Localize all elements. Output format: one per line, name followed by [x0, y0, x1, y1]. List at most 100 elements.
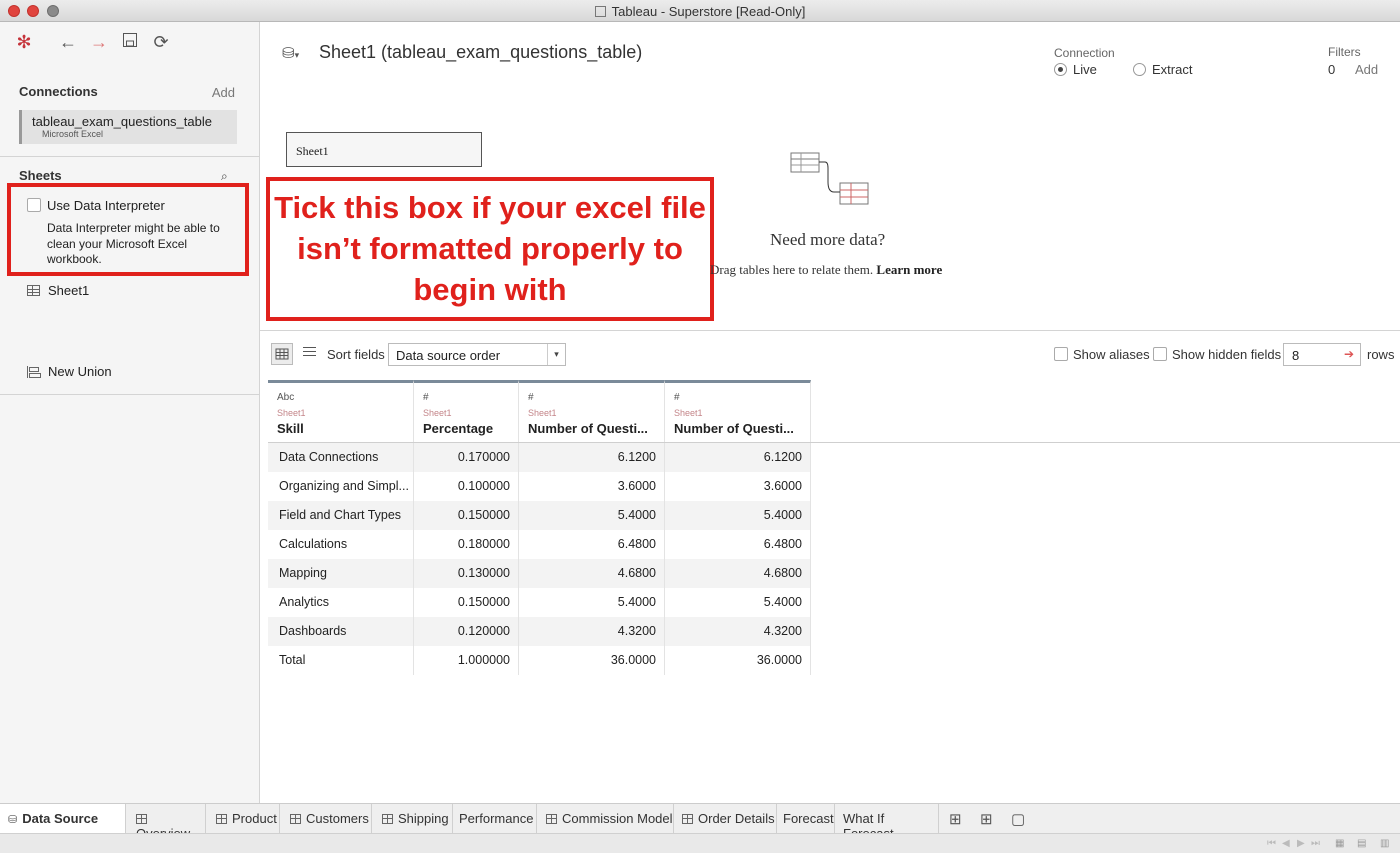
extract-label: Extract [1152, 62, 1193, 77]
table-cell[interactable]: 3.6000 [665, 472, 811, 501]
table-cell[interactable]: Dashboards [268, 617, 414, 646]
live-radio[interactable] [1054, 63, 1067, 76]
table-cell[interactable]: Analytics [268, 588, 414, 617]
sort-fields-value: Data source order [396, 348, 501, 363]
list-view-icon[interactable] [303, 347, 316, 358]
table-cell[interactable]: 6.1200 [665, 443, 811, 472]
tab-data-source[interactable]: ⛁ Data Source [0, 804, 126, 833]
new-union-item[interactable]: New Union [27, 364, 112, 379]
previous-page-icon[interactable]: ◀ [1282, 838, 1290, 849]
table-cell[interactable]: 5.4000 [665, 501, 811, 530]
number-type-icon[interactable]: # [674, 392, 810, 406]
table-cell[interactable]: 0.100000 [414, 472, 519, 501]
column-header-skill[interactable]: Abc Sheet1 Skill [268, 380, 414, 442]
tab-order-details[interactable]: Order Details [674, 804, 777, 833]
tab-performance[interactable]: Performance [453, 804, 537, 833]
table-cell[interactable]: 6.4800 [519, 530, 665, 559]
add-filter-link[interactable]: Add [1355, 62, 1378, 77]
table-cell[interactable]: Calculations [268, 530, 414, 559]
live-label: Live [1073, 62, 1097, 77]
new-dashboard-icon[interactable]: ⊞ [980, 810, 993, 828]
number-type-icon[interactable]: # [528, 392, 664, 406]
number-type-icon[interactable]: # [423, 392, 518, 406]
refresh-icon[interactable]: ⟳ [151, 32, 171, 52]
string-type-icon[interactable]: Abc [277, 392, 413, 406]
chevron-down-icon: ▾ [547, 344, 565, 365]
new-story-icon[interactable]: ▢ [1011, 810, 1025, 828]
tab-customers[interactable]: Customers [280, 804, 372, 833]
first-page-icon[interactable]: ⏮ [1267, 838, 1276, 849]
tab-shipping[interactable]: Shipping [372, 804, 453, 833]
table-cell[interactable]: 4.6800 [519, 559, 665, 588]
search-icon[interactable]: ⌕ [221, 169, 228, 184]
table-cell[interactable]: Data Connections [268, 443, 414, 472]
data-interpreter-description: Data Interpreter might be able to clean … [47, 221, 220, 266]
sheet-tab-bar: ⛁Data Source Overview Product Customers … [0, 803, 1400, 841]
table-cell[interactable]: 0.150000 [414, 501, 519, 530]
column-source: Sheet1 [277, 408, 306, 418]
table-cell[interactable]: 5.4000 [519, 501, 665, 530]
connection-item[interactable]: tableau_exam_questions_table Microsoft E… [19, 110, 237, 144]
table-cell[interactable]: 0.170000 [414, 443, 519, 472]
table-cell[interactable]: 4.6800 [665, 559, 811, 588]
table-cell[interactable]: 6.1200 [519, 443, 665, 472]
last-page-icon[interactable]: ⏭ [1311, 838, 1320, 849]
database-icon: ⛁ [8, 814, 18, 826]
new-worksheet-icon[interactable]: ⊞ [949, 810, 962, 828]
tab-commission-model[interactable]: Commission Model [537, 804, 674, 833]
tab-overview[interactable]: Overview [126, 804, 206, 841]
column-header-number-of-questions-2[interactable]: # Sheet1 Number of Questi... [665, 380, 811, 442]
sort-fields-select[interactable]: Data source order ▾ [388, 343, 566, 366]
add-connection-link[interactable]: Add [212, 85, 235, 100]
data-interpreter-checkbox[interactable] [27, 198, 41, 212]
union-icon [27, 366, 41, 378]
table-cell[interactable]: 5.4000 [519, 588, 665, 617]
arrow-right-icon[interactable]: ➔ [1344, 347, 1354, 361]
data-source-title[interactable]: Sheet1 (tableau_exam_questions_table) [319, 42, 642, 63]
table-cell[interactable]: 5.4000 [665, 588, 811, 617]
save-icon[interactable] [120, 32, 140, 52]
tableau-logo-icon[interactable]: ✻ [14, 32, 34, 52]
table-cell[interactable]: Total [268, 646, 414, 675]
tab-what-if-forecast[interactable]: What If Forecast [835, 804, 939, 841]
worksheet-icon [546, 814, 557, 824]
table-cell[interactable]: 0.180000 [414, 530, 519, 559]
table-cell[interactable]: 0.130000 [414, 559, 519, 588]
rows-value: 8 [1292, 348, 1300, 363]
tab-product[interactable]: Product [206, 804, 280, 833]
forward-icon[interactable]: → [89, 32, 109, 52]
table-cell[interactable]: 3.6000 [519, 472, 665, 501]
table-cell[interactable]: Field and Chart Types [268, 501, 414, 530]
extract-radio[interactable] [1133, 63, 1146, 76]
grid-sorter-icon[interactable]: ▦ [1335, 838, 1344, 849]
table-cell[interactable]: 6.4800 [665, 530, 811, 559]
tabs-icon[interactable]: ▥ [1380, 838, 1389, 849]
filmstrip-icon[interactable]: ▤ [1357, 838, 1366, 849]
title-bar: Tableau - Superstore [Read-Only] [0, 0, 1400, 22]
table-cell[interactable]: Mapping [268, 559, 414, 588]
database-icon[interactable]: ⛁▾ [282, 44, 299, 62]
table-cell[interactable]: 0.120000 [414, 617, 519, 646]
status-bar: ⏮ ◀ ▶ ⏭ ▦ ▤ ▥ [0, 833, 1400, 853]
column-source: Sheet1 [423, 408, 452, 418]
sidebar-item-sheet1[interactable]: Sheet1 [27, 283, 89, 298]
table-cell[interactable]: 1.000000 [414, 646, 519, 675]
column-source: Sheet1 [674, 408, 703, 418]
table-cell[interactable]: Organizing and Simpl... [268, 472, 414, 501]
show-hidden-fields-checkbox[interactable] [1153, 347, 1167, 361]
canvas-table-sheet1[interactable]: Sheet1 [286, 132, 482, 167]
column-header-number-of-questions-1[interactable]: # Sheet1 Number of Questi... [519, 380, 665, 442]
table-cell[interactable]: 36.0000 [665, 646, 811, 675]
table-cell[interactable]: 36.0000 [519, 646, 665, 675]
table-cell[interactable]: 4.3200 [519, 617, 665, 646]
grid-view-button[interactable] [271, 343, 293, 365]
learn-more-link[interactable]: Learn more [876, 262, 942, 277]
column-header-percentage[interactable]: # Sheet1 Percentage [414, 380, 519, 442]
tab-forecast[interactable]: Forecast [777, 804, 835, 833]
table-cell[interactable]: 4.3200 [665, 617, 811, 646]
show-aliases-checkbox[interactable] [1054, 347, 1068, 361]
next-page-icon[interactable]: ▶ [1297, 838, 1305, 849]
table-cell[interactable]: 0.150000 [414, 588, 519, 617]
back-icon[interactable]: ← [58, 32, 78, 52]
rows-input[interactable]: 8 ➔ [1283, 343, 1361, 366]
